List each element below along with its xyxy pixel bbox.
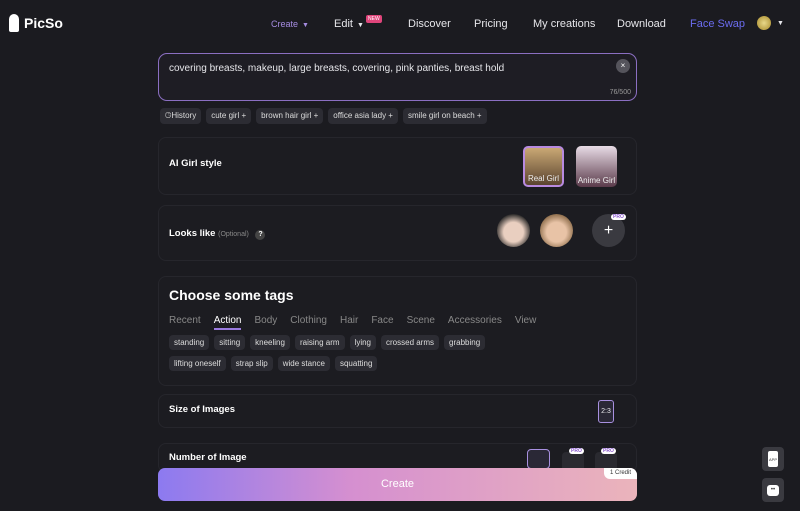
chip-office-asia-lady[interactable]: office asia lady +	[328, 108, 398, 124]
chat-button[interactable]: ••	[762, 478, 784, 502]
pro-badge: PRO	[601, 448, 616, 454]
user-avatar[interactable]	[757, 16, 771, 30]
credit-badge: 1 Credit	[603, 468, 637, 479]
tag[interactable]: lying	[349, 335, 376, 350]
tab-hair[interactable]: Hair	[340, 315, 358, 330]
clear-icon[interactable]: ×	[616, 59, 630, 73]
phone-icon: APP	[768, 451, 778, 467]
number-option-1[interactable]	[527, 449, 550, 469]
looks-title: Looks like	[169, 228, 216, 239]
tags-title: Choose some tags	[169, 287, 294, 303]
create-button[interactable]: Create 1 Credit	[158, 468, 637, 501]
nav-download[interactable]: Download	[617, 18, 666, 30]
face-option-1[interactable]	[497, 214, 530, 247]
ratio-2-3[interactable]: 2:3	[598, 400, 614, 423]
tab-action[interactable]: Action	[213, 315, 242, 330]
caret-down-icon: ▼	[356, 22, 364, 29]
tab-body[interactable]: Body	[254, 315, 277, 330]
tag-tabs: Recent Action Body Clothing Hair Face Sc…	[169, 315, 536, 330]
app-download-button[interactable]: APP	[762, 447, 784, 471]
tags-card: Choose some tags Recent Action Body Clot…	[158, 276, 637, 386]
chat-bot-icon: ••	[767, 484, 779, 496]
logo-icon	[9, 14, 19, 32]
nav-pricing[interactable]: Pricing	[474, 18, 508, 30]
chip-smile-girl-on-beach[interactable]: smile girl on beach +	[402, 108, 487, 124]
looks-like-card: Looks like (Optional) ? + PRO	[158, 205, 637, 261]
suggestion-chips: 🕓︎History cute girl + brown hair girl + …	[160, 108, 487, 124]
chip-cute-girl[interactable]: cute girl +	[206, 108, 252, 124]
tag[interactable]: lifting oneself	[169, 356, 226, 371]
tag[interactable]: kneeling	[250, 335, 290, 350]
tab-view[interactable]: View	[515, 315, 537, 330]
caret-down-icon[interactable]: ▼	[777, 20, 784, 27]
nav-create[interactable]: Create ▼	[271, 19, 309, 29]
optional-label: (Optional)	[218, 231, 249, 238]
caret-down-icon: ▼	[302, 22, 309, 29]
tag-row-2: lifting oneself strap slip wide stance s…	[169, 356, 378, 371]
style-card: AI Girl style Real Girl Anime Girl	[158, 137, 637, 195]
tab-scene[interactable]: Scene	[407, 315, 435, 330]
tag[interactable]: raising arm	[294, 335, 345, 350]
size-card: Size of Images 2:3	[158, 394, 637, 428]
pro-badge: PRO	[569, 448, 584, 454]
help-icon[interactable]: ?	[255, 230, 266, 240]
tag-row-1: standing sitting kneeling raising arm ly…	[169, 335, 486, 350]
logo[interactable]: PicSo	[9, 14, 63, 32]
tab-face[interactable]: Face	[371, 315, 393, 330]
nav-my-creations[interactable]: My creations	[533, 18, 595, 30]
tag[interactable]: standing	[169, 335, 210, 350]
tag[interactable]: crossed arms	[381, 335, 440, 350]
number-title: Number of Image	[169, 452, 247, 463]
tag[interactable]: grabbing	[444, 335, 486, 350]
new-badge: NEW	[366, 15, 382, 23]
style-real-girl[interactable]: Real Girl	[523, 146, 564, 187]
nav-face-swap[interactable]: Face Swap	[690, 18, 745, 30]
prompt-input[interactable]: covering breasts, makeup, large breasts,…	[158, 53, 637, 101]
char-count: 76/500	[609, 89, 631, 96]
face-option-2[interactable]	[540, 214, 573, 247]
style-anime-girl[interactable]: Anime Girl	[576, 146, 617, 187]
prompt-text: covering breasts, makeup, large breasts,…	[169, 63, 505, 74]
tab-clothing[interactable]: Clothing	[290, 315, 327, 330]
tag[interactable]: strap slip	[230, 356, 273, 371]
brand-name: PicSo	[24, 15, 63, 31]
pro-badge: PRO	[611, 214, 626, 220]
tag[interactable]: wide stance	[277, 356, 330, 371]
tab-accessories[interactable]: Accessories	[448, 315, 502, 330]
chip-brown-hair-girl[interactable]: brown hair girl +	[256, 108, 324, 124]
top-nav: PicSo Create ▼ Edit ▼ NEW Discover Pricing …	[0, 0, 800, 48]
tab-recent[interactable]: Recent	[169, 315, 201, 330]
nav-discover[interactable]: Discover	[408, 18, 451, 30]
nav-edit[interactable]: Edit ▼ NEW	[334, 15, 382, 30]
size-title: Size of Images	[169, 404, 235, 415]
style-title: AI Girl style	[169, 158, 222, 169]
tag[interactable]: sitting	[214, 335, 246, 350]
history-button[interactable]: 🕓︎History	[160, 108, 202, 124]
tag[interactable]: squatting	[334, 356, 378, 371]
